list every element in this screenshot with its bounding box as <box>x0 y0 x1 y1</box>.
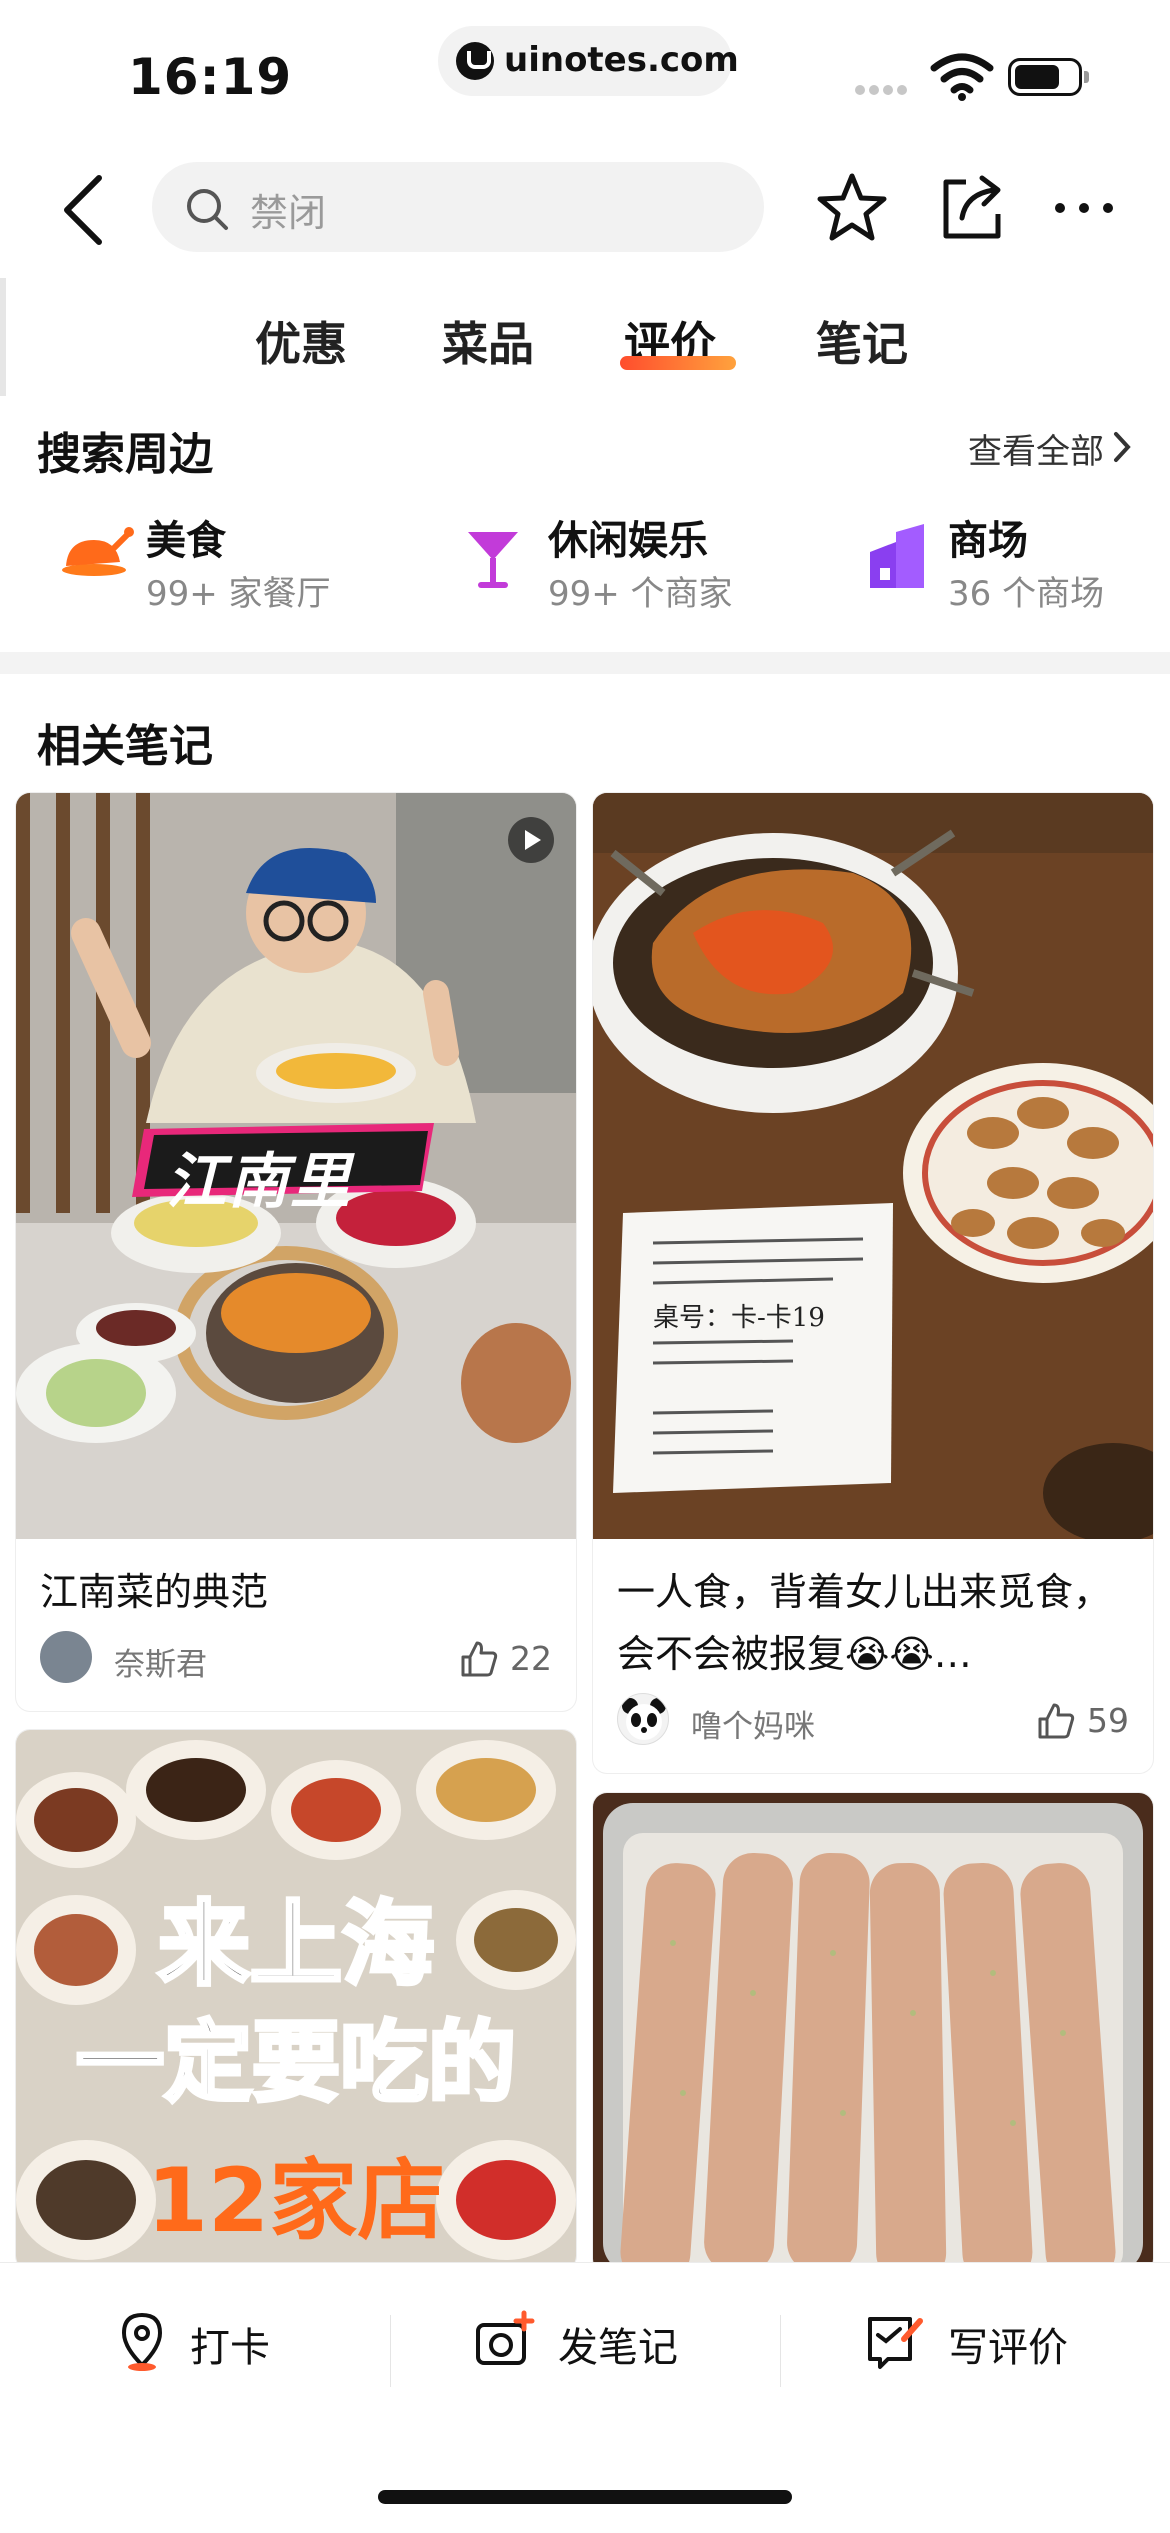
receipt-table-number: 桌号：卡-卡19 <box>653 1303 825 1333</box>
tab-notes[interactable]: 笔记 <box>816 308 908 374</box>
site-logo-icon <box>456 42 494 80</box>
note-card[interactable]: 江南里 江南菜的典范 奈斯君 22 <box>16 793 576 1711</box>
note-author: 噜个妈咪 <box>691 1709 815 1745</box>
battery-icon <box>1008 58 1089 96</box>
notes-title: 相关笔记 <box>37 721 213 772</box>
category-food[interactable]: 美食 99+ 家餐厅 <box>58 508 358 618</box>
more-icon[interactable] <box>1044 168 1124 248</box>
note-title: 江南菜的典范 <box>40 1570 269 1614</box>
edit-review-icon <box>868 2317 923 2369</box>
search-bar[interactable]: 禁闭 <box>152 162 764 252</box>
star-icon[interactable] <box>812 168 892 248</box>
section-divider <box>0 652 1170 674</box>
video-play-icon <box>508 817 554 863</box>
note-image-caption: 12家店 <box>146 2149 446 2252</box>
thumbs-up-icon[interactable] <box>459 1639 499 1679</box>
home-indicator[interactable] <box>378 2490 792 2504</box>
cocktail-icon <box>468 532 518 588</box>
thumbs-up-icon[interactable] <box>1036 1701 1076 1741</box>
url-text: uinotes.com <box>504 40 739 80</box>
note-image <box>593 793 1153 1539</box>
category-name: 商场 <box>948 518 1028 564</box>
roast-chicken-icon <box>62 527 134 576</box>
nav-bar: 禁闭 <box>0 150 1170 270</box>
category-name: 美食 <box>146 518 226 564</box>
category-name: 休闲娱乐 <box>548 518 708 564</box>
chevron-right-icon <box>1114 432 1131 462</box>
share-icon[interactable] <box>932 168 1012 248</box>
post-note-label: 发笔记 <box>558 2325 678 2371</box>
note-card[interactable] <box>593 1793 1153 2273</box>
category-count: 99+ 家餐厅 <box>146 574 331 614</box>
note-image-caption: 来上海 <box>156 1889 436 2000</box>
separator <box>390 2315 391 2387</box>
avatar <box>40 1631 92 1683</box>
category-leisure[interactable]: 休闲娱乐 99+ 个商家 <box>460 508 760 618</box>
category-mall[interactable]: 商场 36 个商场 <box>860 508 1160 618</box>
wifi-icon <box>930 53 994 101</box>
checkin-label: 打卡 <box>190 2325 270 2371</box>
note-image-caption: 一定要吃的 <box>74 2009 518 2116</box>
nearby-title: 搜索周边 <box>37 429 213 480</box>
signal-icon <box>855 80 911 99</box>
url-pill[interactable]: uinotes.com <box>438 26 739 96</box>
back-icon[interactable] <box>55 172 115 248</box>
tab-bar: 优惠 菜品 评价 笔记 <box>0 300 1170 395</box>
search-input[interactable]: 禁闭 <box>250 182 326 237</box>
mall-building-icon <box>870 524 924 588</box>
separator <box>780 2315 781 2387</box>
note-author: 奈斯君 <box>114 1647 207 1683</box>
note-card[interactable]: 来上海 一定要吃的 12家店 <box>16 1730 576 2270</box>
note-image-caption: 江南里 <box>166 1147 352 1217</box>
tab-deals[interactable]: 优惠 <box>255 308 347 374</box>
active-tab-indicator <box>620 356 736 370</box>
write-review-label: 写评价 <box>948 2325 1068 2371</box>
nearby-section: 搜索周边 查看全部 美食 99+ 家餐厅 休闲娱乐 99+ 个商家 商场 36 … <box>0 400 1170 650</box>
search-icon <box>187 189 228 230</box>
camera-plus-icon <box>476 2310 535 2365</box>
like-count: 22 <box>510 1639 552 1678</box>
category-count: 36 个商场 <box>948 574 1105 614</box>
location-pin-icon <box>121 2312 163 2371</box>
status-bar: 16:19 uinotes.com <box>0 0 1170 150</box>
view-all-link[interactable]: 查看全部 <box>968 424 1104 473</box>
note-title: 一人食，背着女儿出来觅食，会不会被报复😭😭… <box>617 1570 1112 1676</box>
tab-dishes[interactable]: 菜品 <box>442 308 534 374</box>
category-count: 99+ 个商家 <box>548 574 733 614</box>
note-card[interactable]: 桌号：卡-卡19 一人食，背着女儿出来觅食，会不会被报复😭😭… 噜个妈咪 59 <box>593 793 1153 1773</box>
avatar <box>617 1693 669 1745</box>
clock: 16:19 <box>128 48 293 106</box>
like-count: 59 <box>1087 1701 1129 1740</box>
panda-avatar-icon <box>622 1698 666 1740</box>
note-image <box>593 1793 1153 2273</box>
